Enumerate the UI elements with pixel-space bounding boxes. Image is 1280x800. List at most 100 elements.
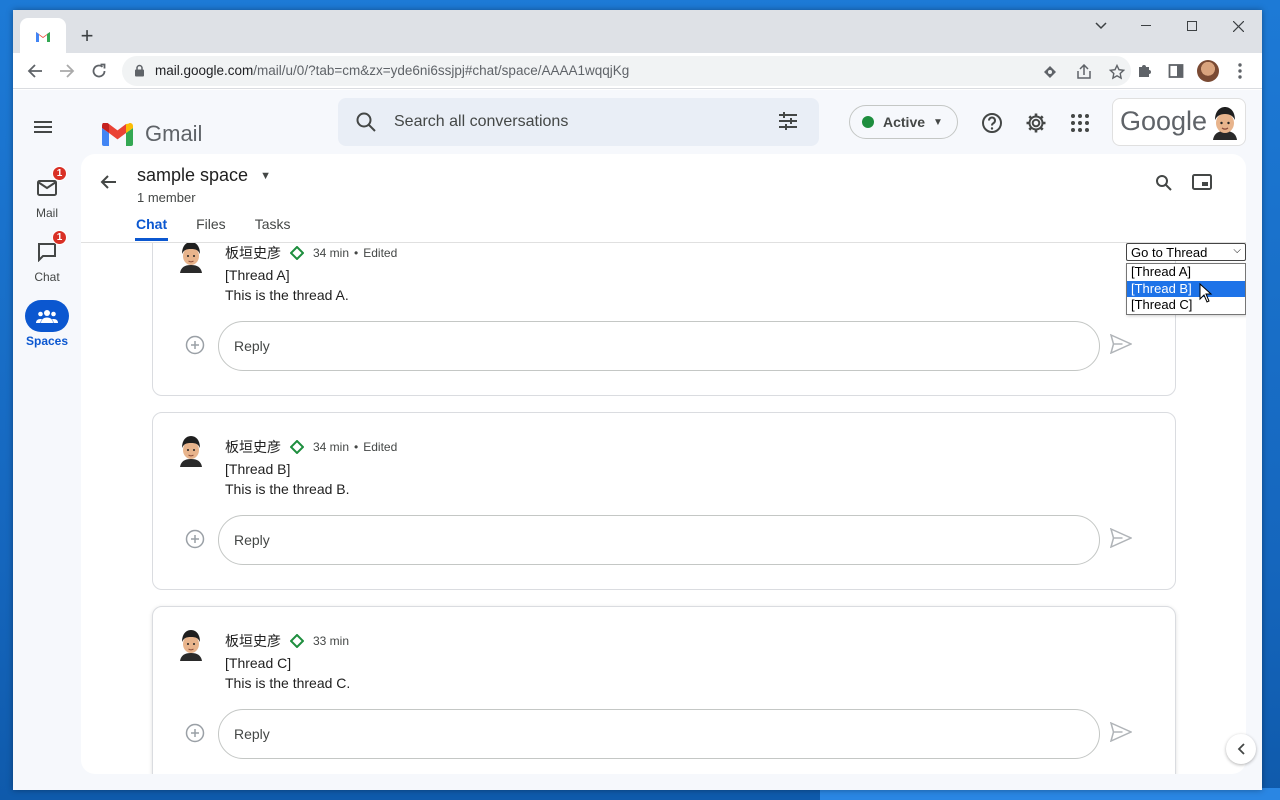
browser-tab-gmail[interactable] <box>20 18 66 53</box>
reply-input[interactable] <box>218 321 1100 371</box>
mouse-cursor-icon <box>1199 283 1213 303</box>
extensions-button[interactable] <box>1130 57 1158 85</box>
gmail-m-icon <box>102 122 133 146</box>
rail-spaces[interactable]: Spaces <box>13 300 81 348</box>
go-to-thread-select[interactable]: Go to Thread ⌵ <box>1126 243 1246 261</box>
verified-diamond-icon <box>290 440 304 454</box>
thread-card: 板垣史彦 34 min • Edited [Thread A] This is … <box>152 243 1176 396</box>
thread-option-a[interactable]: [Thread A] <box>1127 264 1245 281</box>
more-vert-icon <box>1238 63 1242 79</box>
collapse-side-panel-button[interactable] <box>1226 734 1256 764</box>
message-time: 33 min <box>313 634 350 648</box>
tab-tasks[interactable]: Tasks <box>254 216 292 241</box>
side-panel-button[interactable] <box>1162 57 1190 85</box>
author-name: 板垣史彦 <box>225 245 281 261</box>
chat-unread-badge: 1 <box>52 230 67 245</box>
puzzle-icon <box>1139 65 1151 77</box>
search-options-icon[interactable] <box>778 111 798 131</box>
minimize-button[interactable] <box>1123 10 1169 42</box>
space-title[interactable]: sample space ▼ <box>137 165 271 186</box>
maximize-button[interactable] <box>1169 10 1215 42</box>
status-selector[interactable]: Active ▼ <box>849 105 958 139</box>
help-icon <box>982 113 1002 133</box>
gmail-logo[interactable]: Gmail <box>102 121 202 147</box>
back-button[interactable] <box>21 57 49 85</box>
gmail-favicon-icon <box>36 31 50 42</box>
chevron-down-icon <box>1095 22 1107 30</box>
mail-icon <box>37 180 57 196</box>
thread-card: 板垣史彦 33 min [Thread C] This is the threa… <box>152 606 1176 774</box>
message-time: 34 min <box>313 440 350 454</box>
url-host: mail.google.com <box>155 63 254 78</box>
pop-out-button[interactable] <box>1190 170 1214 194</box>
tab-chat[interactable]: Chat <box>135 216 169 241</box>
gear-icon <box>1026 113 1046 133</box>
share-button[interactable] <box>1074 62 1094 82</box>
bookmark-button[interactable] <box>1107 62 1127 82</box>
message-header: 板垣史彦 34 min • Edited <box>225 243 397 263</box>
rail-chat-icon-wrap: 1 <box>25 230 69 268</box>
close-window-button[interactable] <box>1215 10 1261 42</box>
search-input[interactable] <box>394 110 754 134</box>
settings-button[interactable] <box>1023 110 1049 136</box>
active-status-dot <box>862 116 874 128</box>
send-icon[interactable] <box>1110 334 1132 354</box>
search-in-space-button[interactable] <box>1151 170 1175 194</box>
maximize-icon <box>1187 21 1197 31</box>
star-icon <box>1109 64 1125 80</box>
people-icon <box>36 310 58 323</box>
rail-chat-label: Chat <box>34 270 60 284</box>
message-line-2: This is the thread C. <box>225 675 351 691</box>
meta-separator: • <box>354 440 359 454</box>
google-apps-button[interactable] <box>1067 110 1093 136</box>
arrow-left-icon <box>27 64 42 78</box>
tab-strip: + <box>13 10 1262 53</box>
edited-label: Edited <box>363 246 398 260</box>
message-stream: 板垣史彦 34 min • Edited [Thread A] This is … <box>81 243 1246 774</box>
message-line-1: [Thread B] <box>225 461 291 477</box>
address-bar[interactable]: mail.google.com/mail/u/0/?tab=cm&zx=yde6… <box>122 56 1131 86</box>
chevron-left-icon <box>1237 743 1245 755</box>
mail-unread-badge: 1 <box>52 166 67 181</box>
main-menu-button[interactable] <box>34 120 52 138</box>
user-avatar <box>180 243 202 273</box>
thread-option-c[interactable]: [Thread C] <box>1127 297 1245 314</box>
reply-input[interactable] <box>218 709 1100 759</box>
space-panel: sample space ▼ 1 member Chat Files Tasks <box>81 154 1246 774</box>
search-icon[interactable] <box>355 111 377 133</box>
chevron-down-icon: ⌵ <box>1233 245 1241 256</box>
message-time: 34 min <box>313 246 350 260</box>
reply-input[interactable] <box>218 515 1100 565</box>
browser-menu-button[interactable] <box>1226 57 1254 85</box>
member-count: 1 member <box>137 190 196 205</box>
rail-mail-label: Mail <box>35 206 58 220</box>
send-icon[interactable] <box>1110 722 1132 742</box>
rail-chat[interactable]: 1 Chat <box>13 230 81 284</box>
reload-button[interactable] <box>85 57 113 85</box>
account-button[interactable]: Google <box>1112 98 1246 146</box>
add-attachment-icon[interactable] <box>185 335 205 355</box>
thread-card: 板垣史彦 34 min • Edited [Thread B] This is … <box>152 412 1176 590</box>
author-name: 板垣史彦 <box>225 439 281 455</box>
rail-mail[interactable]: 1 Mail <box>13 166 81 220</box>
go-to-thread-options: [Thread A] [Thread B] [Thread C] <box>1126 263 1246 315</box>
back-to-list-button[interactable] <box>97 170 121 199</box>
message-line-2: This is the thread A. <box>225 287 349 303</box>
author-name: 板垣史彦 <box>225 633 281 649</box>
rail-mail-icon-wrap: 1 <box>25 166 69 204</box>
send-icon[interactable] <box>1110 528 1132 548</box>
thread-option-b[interactable]: [Thread B] <box>1127 280 1245 297</box>
go-to-thread-label: Go to Thread <box>1131 244 1208 260</box>
new-tab-button[interactable]: + <box>73 22 101 50</box>
tab-files[interactable]: Files <box>195 216 227 241</box>
support-button[interactable] <box>979 110 1005 136</box>
forward-button[interactable] <box>53 57 81 85</box>
add-attachment-icon[interactable] <box>185 529 205 549</box>
tab-search-button[interactable] <box>1078 10 1124 42</box>
side-panel-icon <box>1168 64 1184 78</box>
add-attachment-icon[interactable] <box>185 723 205 743</box>
caret-down-icon: ▼ <box>260 169 271 182</box>
message-header: 板垣史彦 34 min • Edited <box>225 437 397 457</box>
site-info-button[interactable] <box>1040 62 1060 82</box>
profile-button[interactable] <box>1194 57 1222 85</box>
